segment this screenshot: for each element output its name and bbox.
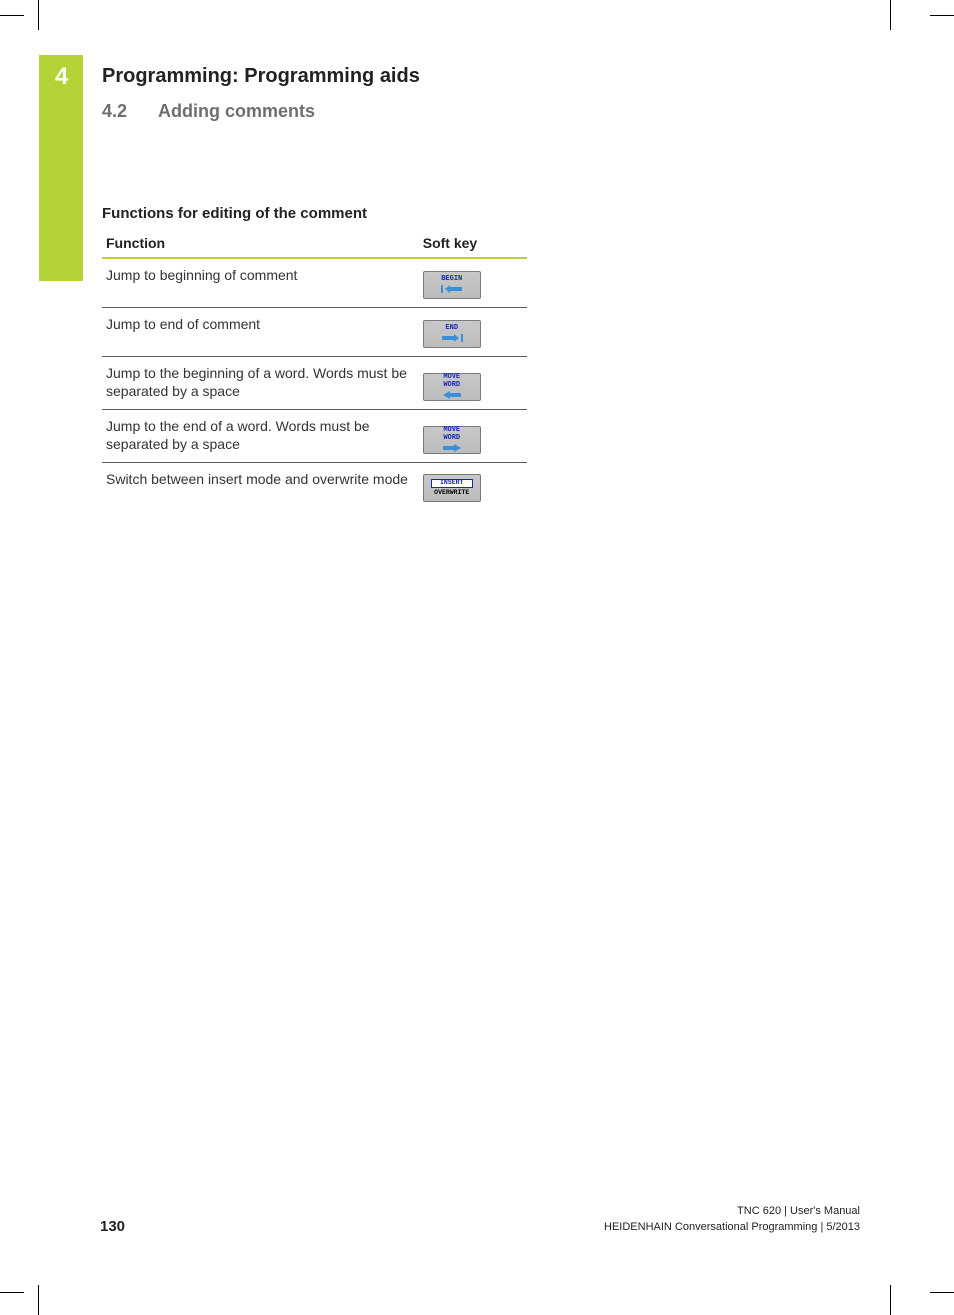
- function-cell: Switch between insert mode and overwrite…: [102, 463, 419, 510]
- softkey-arrow-left: MOVEWORD: [423, 373, 481, 401]
- section-title: Adding comments: [158, 101, 315, 122]
- footer-line-1: TNC 620 | User's Manual: [604, 1204, 860, 1219]
- softkey-arrow-left-bar: BEGIN: [423, 271, 481, 299]
- arrow-left-bar-icon: [440, 284, 464, 294]
- arrow-left-icon: [440, 390, 464, 400]
- table-row: Jump to beginning of comment BEGIN: [102, 258, 527, 308]
- softkey-label: END: [445, 325, 458, 332]
- chapter-number: 4: [55, 63, 68, 91]
- footer-text: TNC 620 | User's Manual HEIDENHAIN Conve…: [604, 1204, 860, 1235]
- functions-table: Function Soft key Jump to beginning of c…: [102, 229, 527, 510]
- softkey-label: BEGIN: [441, 276, 462, 283]
- subsection-heading: Functions for editing of the comment: [102, 205, 367, 222]
- softkey-arrow-right-bar: END: [423, 320, 481, 348]
- softkey-label: INSERT: [431, 479, 473, 488]
- crop-mark: [890, 1285, 891, 1315]
- table-row: Jump to the end of a word. Words must be…: [102, 410, 527, 463]
- arrow-right-bar-icon: [440, 333, 464, 343]
- section-number: 4.2: [102, 101, 127, 122]
- crop-mark: [0, 15, 24, 16]
- page-number: 130: [100, 1218, 125, 1235]
- table-row: Jump to end of comment END: [102, 308, 527, 357]
- function-cell: Jump to end of comment: [102, 308, 419, 357]
- footer-line-2: HEIDENHAIN Conversational Programming | …: [604, 1220, 860, 1235]
- table-row: Jump to the beginning of a word. Words m…: [102, 357, 527, 410]
- softkey-label: WORD: [443, 382, 460, 389]
- softkey-cell: MOVEWORD: [419, 410, 527, 463]
- softkey-cell: END: [419, 308, 527, 357]
- softkey-label: OVERWRITE: [434, 490, 469, 497]
- softkey-arrow-right: MOVEWORD: [423, 426, 481, 454]
- function-cell: Jump to beginning of comment: [102, 258, 419, 308]
- function-cell: Jump to the beginning of a word. Words m…: [102, 357, 419, 410]
- crop-mark: [930, 1292, 954, 1293]
- chapter-title: Programming: Programming aids: [102, 65, 420, 88]
- crop-mark: [38, 0, 39, 30]
- function-cell: Jump to the end of a word. Words must be…: [102, 410, 419, 463]
- page-footer: 130 TNC 620 | User's Manual HEIDENHAIN C…: [100, 1204, 860, 1235]
- softkey-cell: BEGIN: [419, 258, 527, 308]
- softkey-insert-overwrite: INSERT OVERWRITE: [423, 474, 481, 502]
- softkey-cell: MOVEWORD: [419, 357, 527, 410]
- arrow-right-icon: [440, 443, 464, 453]
- softkey-label: MOVE: [443, 427, 460, 434]
- table-header-softkey: Soft key: [419, 229, 527, 258]
- crop-mark: [38, 1285, 39, 1315]
- softkey-label: MOVE: [443, 374, 460, 381]
- softkey-label: WORD: [443, 435, 460, 442]
- crop-mark: [890, 0, 891, 30]
- table-header-function: Function: [102, 229, 419, 258]
- crop-mark: [930, 15, 954, 16]
- softkey-cell: INSERT OVERWRITE: [419, 463, 527, 510]
- table-row: Switch between insert mode and overwrite…: [102, 463, 527, 510]
- crop-mark: [0, 1292, 24, 1293]
